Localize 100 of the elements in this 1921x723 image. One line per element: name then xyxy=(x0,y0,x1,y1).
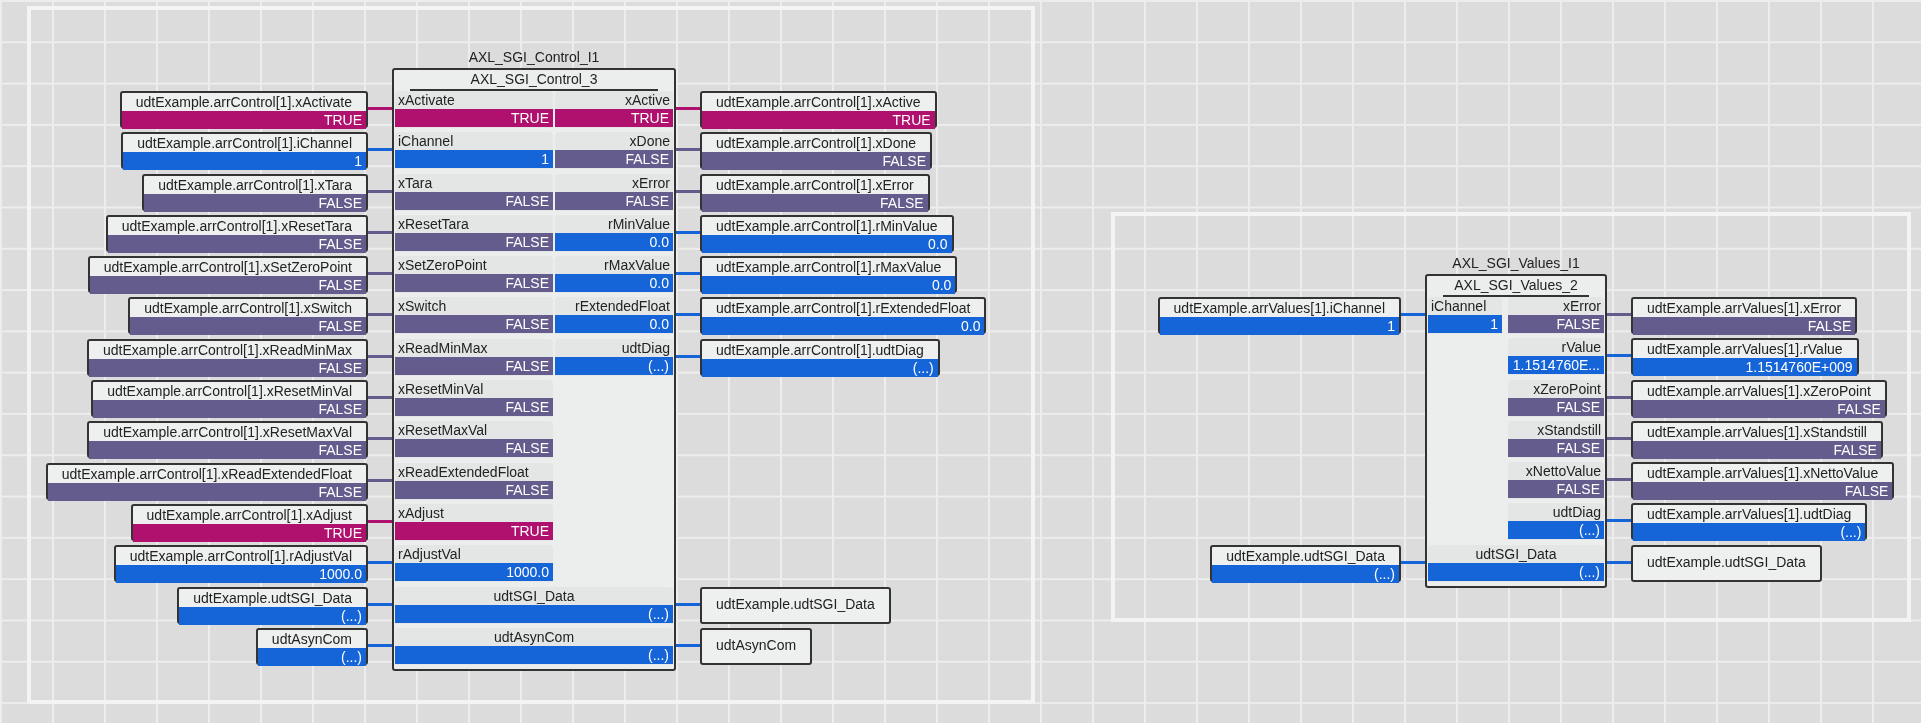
variable-name: udtExample.arrControl[1].rExtendedFloat xyxy=(715,299,972,318)
connection-line xyxy=(676,354,700,358)
variable-value: (...) xyxy=(702,358,938,377)
variable-value: FALSE xyxy=(130,317,366,336)
variable-name: udtExample.arrValues[1].xNettoValue xyxy=(1646,464,1880,483)
connection-line xyxy=(1401,560,1425,564)
pin-value: FALSE xyxy=(1508,480,1604,499)
variable-name: udtAsynCom xyxy=(270,629,353,648)
block-type: AXL_SGI_Values_2 xyxy=(1454,276,1578,295)
pin-name: rExtendedFloat xyxy=(575,297,670,316)
pin-name: xStandstill xyxy=(1537,420,1601,439)
connection-line xyxy=(676,313,700,317)
pin-value: 0.0 xyxy=(555,232,673,251)
variable-value: 1.1514760E+009 xyxy=(1633,358,1857,377)
pin-name: xActivate xyxy=(398,91,455,109)
variable-name: udtExample.udtSGI_Data xyxy=(1225,546,1386,565)
pin-name: xNettoValue xyxy=(1525,462,1601,481)
pin-value: TRUE xyxy=(395,109,553,127)
pin-value: (...) xyxy=(395,645,673,664)
connection-line xyxy=(368,148,392,152)
pin-name: xError xyxy=(631,173,670,192)
pin-value: FALSE xyxy=(395,439,553,458)
pin-name: udtSGI_Data xyxy=(493,586,575,605)
variable-name: udtExample.arrValues[1].xZeroPoint xyxy=(1646,381,1872,400)
variable-value: TRUE xyxy=(121,111,366,129)
variable-name: udtExample.arrControl[1].xDone xyxy=(715,134,917,153)
connection-line xyxy=(1607,560,1631,564)
pin-value: TRUE xyxy=(395,521,553,540)
pin-value: FALSE xyxy=(1508,397,1604,416)
variable-name: udtExample.arrControl[1].rMinValue xyxy=(715,216,939,235)
pin-value: 1.1514760E... xyxy=(1508,356,1604,375)
variable-name: udtExample.udtSGI_Data xyxy=(715,594,876,613)
pin-value: FALSE xyxy=(395,191,553,210)
variable-value: FALSE xyxy=(47,482,366,501)
pin-name: rAdjustVal xyxy=(398,545,461,564)
variable-value: (...) xyxy=(1212,564,1399,583)
pin-name: xTara xyxy=(398,173,433,192)
pin-value: (...) xyxy=(1508,521,1604,540)
pin-name: xActive xyxy=(624,91,670,109)
instance-name: AXL_SGI_Values_I1 xyxy=(1452,254,1580,273)
pin-value: FALSE xyxy=(395,356,553,375)
pin-value: FALSE xyxy=(395,274,553,293)
pin-value: FALSE xyxy=(395,232,553,251)
pin-name: udtAsynCom xyxy=(493,627,575,646)
connection-line xyxy=(368,602,392,606)
variable-name: udtExample.arrValues[1].udtDiag xyxy=(1646,505,1853,524)
variable-value: 0.0 xyxy=(702,276,956,295)
pin-name: xSetZeroPoint xyxy=(398,256,487,275)
variable-name: udtExample.arrControl[1].xResetMinVal xyxy=(106,382,353,401)
connection-line xyxy=(368,643,392,647)
variable-value: FALSE xyxy=(89,358,366,377)
pin-name: xZeroPoint xyxy=(1533,379,1601,398)
variable-name: udtExample.arrControl[1].xSetZeroPoint xyxy=(102,258,353,277)
pin-name: udtSGI_Data xyxy=(1475,544,1557,563)
pin-value: FALSE xyxy=(395,315,553,334)
variable-name: udtExample.arrValues[1].iChannel xyxy=(1172,299,1386,317)
pin-value: 1 xyxy=(1428,315,1502,333)
pin-value: (...) xyxy=(1428,562,1604,581)
variable-value: FALSE xyxy=(93,400,366,419)
variable-value: FALSE xyxy=(107,234,366,253)
variable-name: udtExample.arrControl[1].iChannel xyxy=(136,134,353,153)
pin-value: FALSE xyxy=(555,150,673,169)
variable-name: udtExample.arrControl[1].rAdjustVal xyxy=(128,547,353,566)
pin-name: xResetMinVal xyxy=(398,380,484,399)
pin-name: xResetMaxVal xyxy=(398,421,488,440)
pin-name: xAdjust xyxy=(398,503,444,522)
pin-value: FALSE xyxy=(555,191,673,210)
pin-name: xError xyxy=(1562,297,1601,315)
pin-value: 1000.0 xyxy=(395,563,553,582)
variable-name: udtAsynCom xyxy=(715,635,798,654)
pin-name: iChannel xyxy=(1431,297,1487,315)
variable-value: 1 xyxy=(1159,317,1399,335)
variable-name: udtExample.arrControl[1].xResetMaxVal xyxy=(102,423,353,442)
pin-value: (...) xyxy=(395,604,673,623)
variable-value: FALSE xyxy=(144,193,366,212)
variable-value: (...) xyxy=(257,647,366,666)
connection-line xyxy=(676,272,700,276)
block-type: AXL_SGI_Control_3 xyxy=(470,70,598,89)
variable-name: udtExample.arrControl[1].xSwitch xyxy=(143,299,353,318)
variable-value: (...) xyxy=(1633,523,1866,542)
connection-line xyxy=(1401,313,1425,316)
pin-value: FALSE xyxy=(1508,438,1604,457)
pin-name: udtDiag xyxy=(621,338,670,357)
pin-name: xResetTara xyxy=(398,214,469,233)
variable-name: udtExample.arrControl[1].xError xyxy=(715,175,915,194)
connection-line xyxy=(676,643,700,647)
variable-name: udtExample.arrValues[1].xError xyxy=(1646,299,1843,317)
pin-value: 0.0 xyxy=(555,274,673,293)
variable-name: udtExample.arrControl[1].xResetTara xyxy=(120,216,353,235)
variable-name: udtExample.arrControl[1].xReadMinMax xyxy=(102,340,353,359)
pin-name: xReadMinMax xyxy=(398,338,488,357)
variable-value: FALSE xyxy=(702,152,930,171)
connection-line xyxy=(1607,354,1631,358)
pin-value: FALSE xyxy=(395,398,553,417)
pin-value: 1 xyxy=(395,150,553,169)
variable-value: TRUE xyxy=(132,523,366,542)
variable-value: FALSE xyxy=(1633,317,1856,335)
variable-name: udtExample.arrControl[1].xAdjust xyxy=(145,505,353,524)
variable-value: 0.0 xyxy=(702,317,985,336)
pin-value: FALSE xyxy=(1508,315,1604,333)
